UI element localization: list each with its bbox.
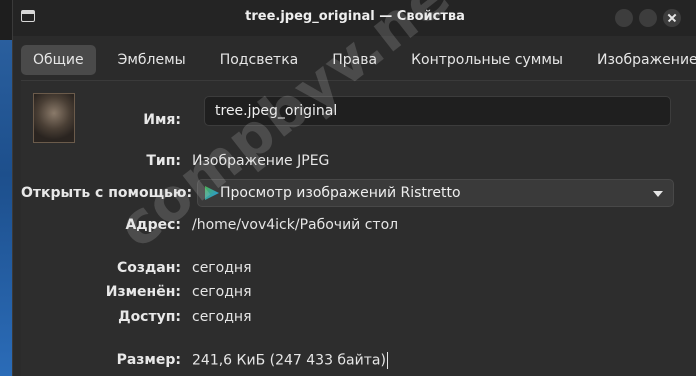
- created-value: сегодня: [192, 260, 252, 276]
- tab-highlight[interactable]: Подсветка: [208, 45, 311, 75]
- tab-bar: Общие Эмблемы Подсветка Права Контрольны…: [21, 44, 696, 76]
- size-value: 241,6 КиБ (247 433 байта): [192, 352, 386, 369]
- general-panel: Имя: tree.jpeg_original Тип: Изображение…: [21, 80, 696, 376]
- type-value: Изображение JPEG: [192, 153, 330, 169]
- accessed-value: сегодня: [192, 309, 252, 325]
- name-field[interactable]: tree.jpeg_original: [204, 96, 671, 126]
- address-value: /home/vov4ick/Рабочий стол: [192, 217, 399, 233]
- created-label: Создан:: [116, 260, 181, 276]
- tab-general[interactable]: Общие: [21, 45, 96, 75]
- size-row: 241,6 КиБ (247 433 байта): [192, 352, 388, 369]
- open-with-dropdown[interactable]: Просмотр изображений Ristretto: [197, 179, 674, 207]
- modified-value: сегодня: [192, 284, 252, 300]
- type-label: Тип:: [146, 153, 181, 169]
- accessed-label: Доступ:: [118, 309, 181, 325]
- maximize-button[interactable]: [639, 9, 657, 27]
- properties-window: tree.jpeg_original — Свойства Общие Эмбл…: [12, 0, 696, 376]
- tab-permissions[interactable]: Права: [320, 45, 389, 75]
- name-label: Имя:: [143, 112, 181, 128]
- window-title: tree.jpeg_original — Свойства: [245, 9, 465, 24]
- tab-image[interactable]: Изображение: [585, 45, 696, 75]
- tab-emblems[interactable]: Эмблемы: [106, 45, 198, 75]
- size-label: Размер:: [116, 352, 181, 368]
- address-label: Адрес:: [125, 217, 181, 233]
- close-button[interactable]: [663, 9, 681, 27]
- open-with-value: Просмотр изображений Ristretto: [220, 185, 461, 201]
- modified-label: Изменён:: [105, 284, 181, 300]
- open-with-label: Открыть с помощью:: [21, 185, 193, 201]
- text-cursor: [386, 352, 388, 369]
- titlebar: tree.jpeg_original — Свойства: [13, 0, 696, 36]
- ristretto-icon: [205, 186, 219, 200]
- tab-checksums[interactable]: Контрольные суммы: [399, 45, 575, 75]
- chevron-down-icon: [653, 191, 663, 197]
- minimize-button[interactable]: [615, 9, 633, 27]
